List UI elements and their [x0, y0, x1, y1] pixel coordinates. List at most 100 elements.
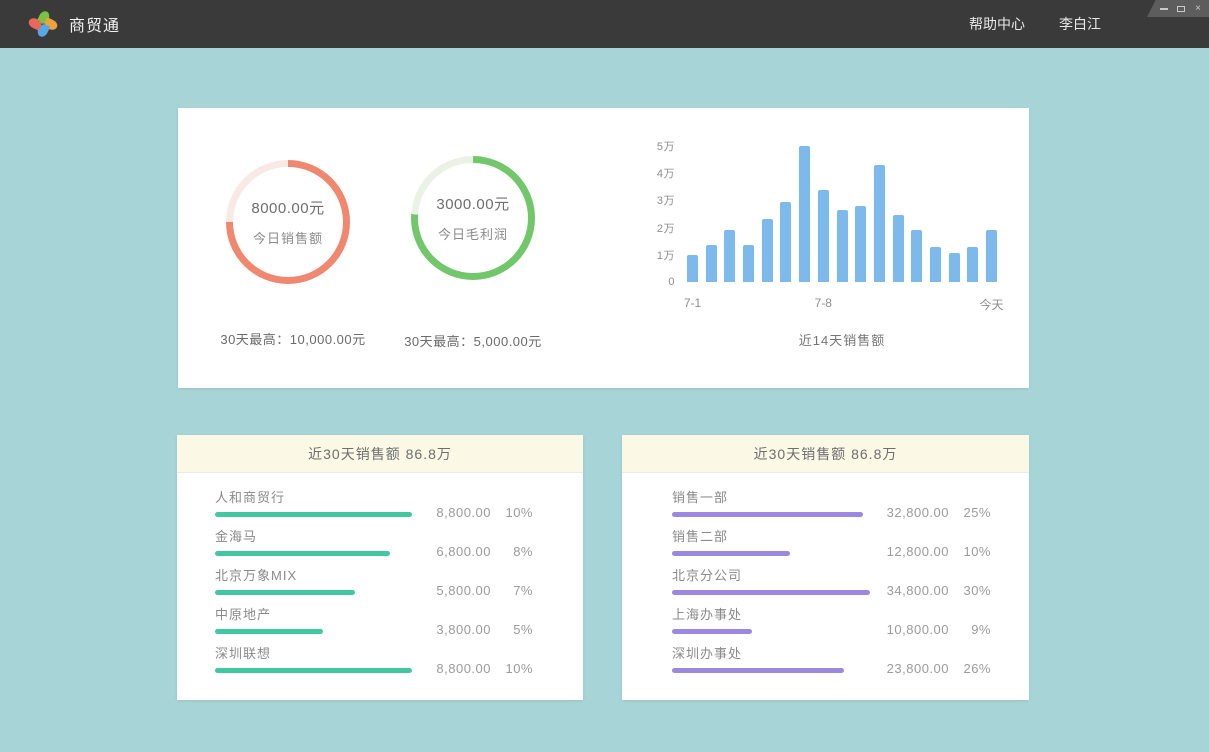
today-sales-caption: 今日销售额	[253, 228, 323, 247]
list-item: 人和商贸行8,800.0010%	[215, 489, 533, 517]
y-axis: 01万2万3万4万5万	[623, 146, 675, 282]
list-item-bar	[672, 512, 863, 517]
today-summary-card: 8000.00元 今日销售额 30天最高：10,000.00元 3000.00元…	[178, 108, 1029, 388]
customers-list: 人和商贸行8,800.0010%金海马6,800.008%北京万象MIX5,80…	[177, 473, 583, 673]
y-tick-label: 0	[668, 276, 675, 288]
plot-area	[687, 146, 997, 282]
y-tick-label: 3万	[657, 192, 675, 208]
list-item: 北京分公司34,800.0030%	[672, 567, 991, 595]
x-axis-label: 7-8	[815, 296, 832, 310]
list-item: 北京万象MIX5,800.007%	[215, 567, 533, 595]
help-center-link[interactable]: 帮助中心	[969, 14, 1025, 34]
today-sales-donut-center: 8000.00元 今日销售额	[233, 167, 343, 277]
list-item-amount: 34,800.00	[877, 583, 949, 598]
list-item-values: 23,800.0026%	[877, 661, 991, 676]
username-menu[interactable]: 李白江	[1059, 14, 1101, 34]
sales-14d-chart-title: 近14天销售额	[687, 330, 997, 349]
bar	[837, 210, 848, 282]
today-profit-value: 3000.00元	[436, 193, 509, 214]
app-logo-pinwheel-icon	[30, 11, 56, 37]
list-item-amount: 32,800.00	[877, 505, 949, 520]
minimize-icon	[1160, 8, 1168, 10]
y-tick-label: 4万	[657, 165, 675, 181]
departments-card-header: 近30天销售额 86.8万	[622, 435, 1029, 473]
list-item-amount: 8,800.00	[419, 661, 491, 676]
list-item-name: 上海办事处	[672, 606, 991, 623]
sales-30d-max-note: 30天最高：10,000.00元	[168, 329, 418, 348]
list-item-percent: 25%	[949, 505, 991, 520]
bar	[893, 215, 904, 282]
list-item-bar	[672, 590, 870, 595]
list-item-name: 金海马	[215, 528, 533, 545]
list-item-values: 10,800.009%	[877, 622, 991, 637]
close-button[interactable]: ×	[1192, 3, 1204, 15]
list-item: 中原地产3,800.005%	[215, 606, 533, 634]
list-item-percent: 26%	[949, 661, 991, 676]
list-item-name: 销售二部	[672, 528, 991, 545]
x-axis-label: 7-1	[684, 296, 701, 310]
today-sales-donut: 8000.00元 今日销售额	[226, 160, 350, 284]
list-item-percent: 10%	[491, 661, 533, 676]
today-sales-value: 8000.00元	[251, 197, 324, 218]
list-item-bar	[215, 590, 355, 595]
maximize-icon	[1177, 6, 1185, 12]
profit-30d-max-note: 30天最高：5,000.00元	[383, 331, 563, 350]
list-item-percent: 30%	[949, 583, 991, 598]
list-item-name: 北京分公司	[672, 567, 991, 584]
list-item-values: 34,800.0030%	[877, 583, 991, 598]
bar	[930, 247, 941, 282]
y-tick-label: 5万	[657, 138, 675, 154]
list-item-name: 人和商贸行	[215, 489, 533, 506]
list-item: 销售二部12,800.0010%	[672, 528, 991, 556]
bar	[706, 245, 717, 282]
list-item-percent: 9%	[949, 622, 991, 637]
list-item-name: 深圳办事处	[672, 645, 991, 662]
minimize-button[interactable]	[1158, 3, 1170, 15]
bar	[986, 230, 997, 282]
list-item-values: 32,800.0025%	[877, 505, 991, 520]
bar	[687, 255, 698, 282]
list-item-bar	[215, 551, 390, 556]
list-item: 深圳办事处23,800.0026%	[672, 645, 991, 673]
y-tick-label: 2万	[657, 220, 675, 236]
list-item-percent: 10%	[949, 544, 991, 559]
list-item-amount: 5,800.00	[419, 583, 491, 598]
list-item-bar	[215, 629, 323, 634]
list-item-percent: 7%	[491, 583, 533, 598]
list-item: 深圳联想8,800.0010%	[215, 645, 533, 673]
list-item-values: 5,800.007%	[419, 583, 533, 598]
maximize-button[interactable]	[1175, 3, 1187, 15]
bar	[724, 230, 735, 282]
list-item-bar	[672, 668, 844, 673]
departments-list: 销售一部32,800.0025% 销售二部12,800.0010% 北京分公司34,…	[622, 473, 1029, 673]
bar	[855, 206, 866, 282]
list-item-bar	[672, 629, 752, 634]
bar	[780, 202, 791, 282]
list-item: 销售一部32,800.0025%	[672, 489, 991, 517]
list-item-values: 6,800.008%	[419, 544, 533, 559]
x-axis-label: 今天	[979, 296, 1003, 313]
bar	[949, 253, 960, 282]
today-profit-donut-center: 3000.00元 今日毛利润	[418, 163, 528, 273]
list-item-amount: 10,800.00	[877, 622, 949, 637]
list-item-amount: 6,800.00	[419, 544, 491, 559]
y-tick-label: 1万	[657, 247, 675, 263]
list-item-percent: 5%	[491, 622, 533, 637]
list-item-values: 12,800.0010%	[877, 544, 991, 559]
customers-card-header: 近30天销售额 86.8万	[177, 435, 583, 473]
today-profit-donut: 3000.00元 今日毛利润	[411, 156, 535, 280]
list-item-values: 8,800.0010%	[419, 505, 533, 520]
bar	[911, 230, 922, 282]
titlebar: 商贸通 帮助中心 李白江 ×	[0, 0, 1209, 48]
list-item-amount: 12,800.00	[877, 544, 949, 559]
bar	[799, 146, 810, 282]
list-item-values: 3,800.005%	[419, 622, 533, 637]
list-item-values: 8,800.0010%	[419, 661, 533, 676]
list-item-name: 中原地产	[215, 606, 533, 623]
bar	[874, 165, 885, 282]
today-profit-caption: 今日毛利润	[438, 224, 508, 243]
list-item-percent: 8%	[491, 544, 533, 559]
window-controls: ×	[1147, 0, 1209, 17]
list-item-percent: 10%	[491, 505, 533, 520]
list-item-bar	[215, 668, 412, 673]
